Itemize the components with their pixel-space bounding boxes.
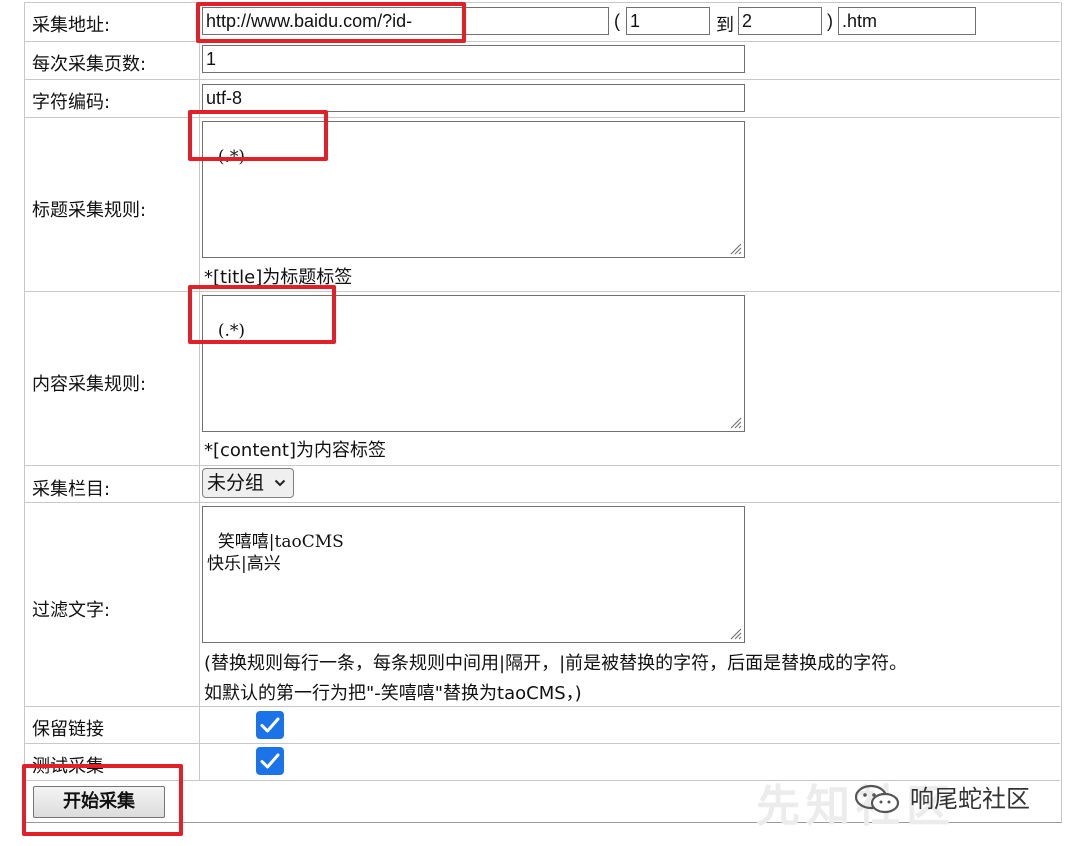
check-icon: [260, 717, 280, 733]
keep-links-checkbox[interactable]: [256, 711, 284, 739]
category-selected-value: 未分组: [207, 472, 265, 494]
to-label: 到: [716, 15, 734, 36]
filter-label: 过滤文字:: [32, 600, 111, 621]
filter-hint-line-1: (替换规则每行一条，每条规则中间用|隔开，|前是被替换的字符，后面是替换成的字符…: [204, 653, 908, 674]
paren-close: ): [827, 11, 833, 31]
highlight-box-title-rule: [188, 110, 328, 161]
row-divider: [24, 41, 1060, 42]
row-divider: [24, 79, 1060, 80]
chevron-down-icon: [274, 479, 286, 487]
paren-open: (: [614, 11, 620, 31]
filter-text: 笑嘻嘻|taoCMS 快乐|高兴: [207, 532, 344, 574]
content-rule-hint: *[content]为内容标签: [204, 440, 386, 461]
title-rule-label: 标题采集规则:: [32, 200, 147, 221]
row-divider: [24, 706, 1060, 707]
row-divider: [24, 291, 1060, 292]
charset-input[interactable]: utf-8: [202, 84, 745, 112]
range-end-input[interactable]: 2: [738, 7, 822, 35]
suffix-input[interactable]: .htm: [838, 7, 976, 35]
watermark-text: 响尾蛇社区: [910, 785, 1030, 813]
highlight-box-content-rule: [188, 285, 336, 344]
range-start-input[interactable]: 1: [626, 7, 710, 35]
content-rule-label: 内容采集规则:: [32, 374, 147, 395]
resize-grip-icon[interactable]: [728, 415, 742, 429]
highlight-box-url: [196, 2, 466, 43]
resize-grip-icon[interactable]: [728, 626, 742, 640]
url-label: 采集地址:: [32, 15, 111, 36]
pages-label: 每次采集页数:: [32, 54, 147, 75]
filter-textarea[interactable]: 笑嘻嘻|taoCMS 快乐|高兴: [202, 506, 745, 643]
filter-hint-line-2: 如默认的第一行为把"-笑嘻嘻"替换为taoCMS，): [204, 683, 582, 704]
test-collect-checkbox[interactable]: [256, 747, 284, 775]
category-select[interactable]: 未分组: [202, 468, 294, 498]
category-label: 采集栏目:: [32, 479, 111, 500]
row-divider: [24, 743, 1060, 744]
row-divider: [24, 2, 1060, 3]
row-divider: [24, 117, 1060, 118]
row-divider: [24, 465, 1060, 466]
resize-grip-icon[interactable]: [728, 241, 742, 255]
pages-input[interactable]: 1: [202, 45, 745, 73]
row-divider: [24, 502, 1060, 503]
highlight-box-start-button: [22, 764, 183, 836]
watermark: 响尾蛇社区: [852, 784, 1030, 816]
charset-label: 字符编码:: [32, 92, 111, 113]
wechat-icon: [854, 784, 900, 814]
keep-links-label: 保留链接: [32, 719, 104, 740]
check-icon: [260, 753, 280, 769]
